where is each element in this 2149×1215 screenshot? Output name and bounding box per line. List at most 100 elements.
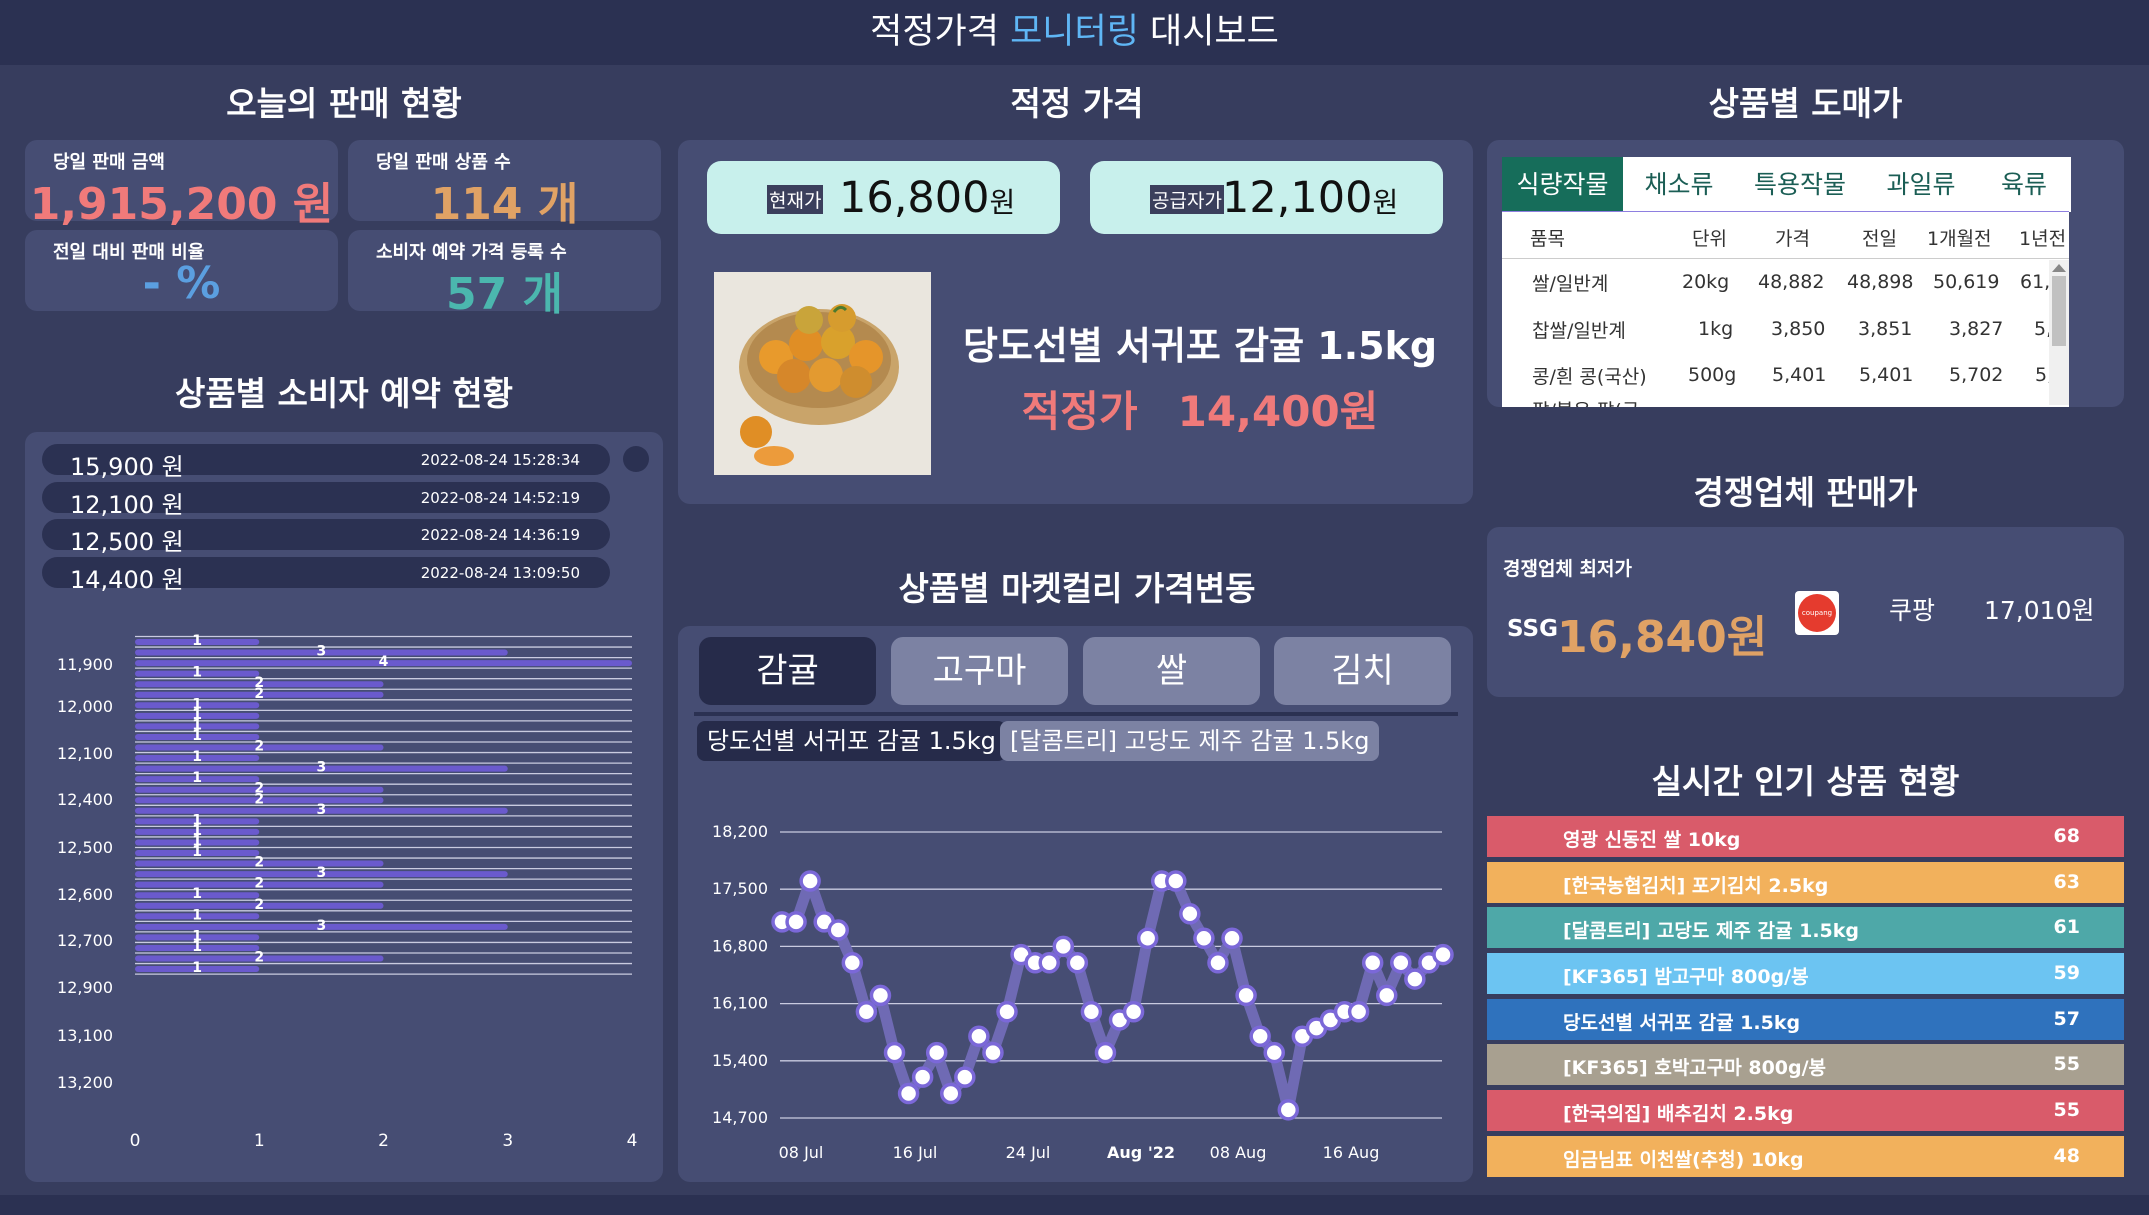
reservation-time: 2022-08-24 13:09:50 [420,564,580,582]
price-point[interactable] [954,1066,976,1088]
kpi-card-sales-count: 당일 판매 상품 수 114 개 [348,140,661,230]
price-point[interactable] [911,1066,934,1088]
reservation-row[interactable]: 15,900 원 2022-08-24 15:28:34 [42,444,610,481]
th-month-ago: 1개월전 [1927,228,1992,250]
popular-item-count: 68 [2053,825,2080,847]
price-point[interactable] [1347,1001,1370,1023]
price-point[interactable] [869,984,892,1007]
price-point[interactable] [1221,927,1243,949]
reservation-bar-chart: 1341221111213122311112321213112111,90012… [57,633,637,1151]
supply-price-pill: 공급자가 12,100원 [1090,161,1443,234]
popular-item[interactable]: 당도선별 서귀포 감귤 1.5kg 57 [1487,999,2124,1040]
reservation-amount: 14,400 원 [70,566,184,594]
price-point[interactable] [827,919,850,941]
popular-item[interactable]: [한국의집] 배추김치 2.5kg 55 [1487,1090,2124,1131]
table-scrollbar[interactable] [2049,260,2069,405]
reservation-title: 상품별 소비자 예약 현황 [174,374,514,413]
price-point[interactable] [1066,951,1089,974]
x-tick-label: 24 Jul [1006,1143,1051,1162]
price-point[interactable] [1179,902,1201,925]
today-sales-title: 오늘의 판매 현황 [226,84,462,123]
tab-special-crops[interactable]: 특용작물 [1735,157,1865,212]
product-chip[interactable]: [달콤트리] 고당도 제주 감귤 1.5kg [1000,721,1380,761]
popular-item[interactable]: 임금님표 이천쌀(추청) 10kg 48 [1487,1136,2124,1177]
x-tick-label: 0 [130,1131,141,1151]
cell-unit: 20kg [1682,271,1730,293]
popular-item[interactable]: [KF365] 호박고구마 800g/봉 55 [1487,1044,2124,1085]
price-point[interactable] [1094,1041,1117,1064]
price-point[interactable] [897,1082,920,1105]
price-point[interactable] [799,870,821,892]
reservation-row[interactable]: 12,500 원 2022-08-24 14:36:19 [42,519,610,556]
current-price-pill: 현재가 16,800원 [707,161,1060,234]
lowest-store: SSG [1507,616,1558,642]
reservation-row[interactable]: 14,400 원 2022-08-24 13:09:50 [42,557,610,594]
tab-goguma[interactable]: 고구마 [891,637,1068,705]
x-tick-label: 2 [378,1131,389,1151]
price-point[interactable] [1249,1025,1271,1048]
price-point[interactable] [1193,927,1215,949]
price-point[interactable] [841,951,864,974]
th-unit: 단위 [1692,228,1727,250]
price-point[interactable] [1080,1001,1103,1023]
price-point[interactable] [1052,935,1075,958]
price-point[interactable] [1165,870,1187,892]
popular-item[interactable]: 영광 신동진 쌀 10kg 68 [1487,816,2124,857]
price-point[interactable] [968,1025,990,1048]
tab-fruits[interactable]: 과일류 [1865,157,1977,212]
scrollbar-thumb[interactable] [623,446,649,472]
x-tick-label: 3 [502,1131,513,1151]
price-point[interactable] [1375,984,1398,1007]
th-prev-day: 전일 [1862,228,1897,250]
tab-vegetables[interactable]: 채소류 [1623,157,1735,212]
price-point[interactable] [1235,984,1257,1007]
current-price-value: 16,800 [839,173,990,223]
price-point[interactable] [1361,951,1384,974]
tab-ssal[interactable]: 쌀 [1083,637,1260,705]
price-point[interactable] [1277,1099,1300,1121]
cell-price: 48,882 [1758,271,1825,293]
tab-gamgyul[interactable]: 감귤 [699,637,876,705]
fair-price-value: 14,400원 [1177,387,1379,436]
popular-item[interactable]: [한국농협김치] 포기김치 2.5kg 63 [1487,862,2124,903]
price-point[interactable] [1432,943,1454,966]
price-point[interactable] [785,911,807,933]
competitor-panel: 경쟁업체 최저가 SSG 16,840원 coupang 쿠팡 17,010원 [1487,527,2124,697]
tab-kimchi[interactable]: 김치 [1274,637,1451,705]
price-point[interactable] [855,1001,878,1023]
scrollbar-thumb[interactable] [2052,276,2066,346]
reservation-row[interactable]: 12,100 원 2022-08-24 14:52:19 [42,482,610,519]
price-point[interactable] [1207,951,1229,974]
y-tick-label: 12,600 [57,885,113,904]
lowest-label: 경쟁업체 최저가 [1503,558,1632,580]
tab-meat[interactable]: 육류 [1977,157,2071,212]
cell-price: 3,850 [1771,318,1826,340]
lowest-price: 16,840원 [1557,612,1768,663]
reservation-time: 2022-08-24 14:52:19 [420,489,580,507]
price-point[interactable] [1390,951,1412,974]
popular-item-count: 61 [2053,916,2080,938]
product-chip-active[interactable]: 당도선별 서귀포 감귤 1.5kg [697,721,1006,761]
scroll-up-icon[interactable] [2052,264,2066,272]
popular-item[interactable]: [KF365] 밤고구마 800g/봉 59 [1487,953,2124,994]
price-point[interactable] [1263,1041,1285,1064]
price-point[interactable] [1136,927,1159,949]
x-tick-label: Aug '22 [1107,1143,1175,1162]
price-point[interactable] [1038,951,1060,974]
popular-item-name: 당도선별 서귀포 감귤 1.5kg [1563,1012,1801,1034]
price-point[interactable] [883,1041,906,1064]
y-tick-label: 12,000 [57,697,113,716]
tab-food-crops[interactable]: 식량작물 [1502,157,1623,212]
kpi-value: 57 개 [445,269,564,320]
popular-item[interactable]: [달콤트리] 고당도 제주 감귤 1.5kg 61 [1487,907,2124,948]
reservation-amount: 15,900 원 [70,453,184,481]
price-point[interactable] [1404,968,1426,990]
price-point[interactable] [1122,1001,1145,1023]
price-point[interactable] [940,1082,962,1105]
cell-prev-day: 5,401 [1859,364,1914,386]
popular-item-name: 영광 신동진 쌀 10kg [1563,829,1741,851]
price-point[interactable] [925,1041,948,1064]
price-point[interactable] [996,1001,1018,1023]
other-price: 17,010원 [1984,596,2095,625]
price-point[interactable] [982,1041,1004,1064]
